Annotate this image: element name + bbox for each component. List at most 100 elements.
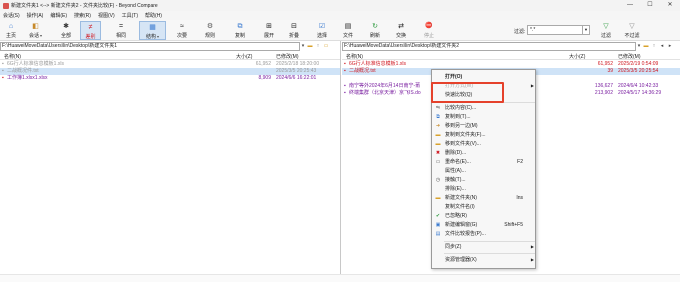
compare-icon: ⇋ xyxy=(435,105,441,111)
toolbar-unfilter-button[interactable]: ▽ 不过滤 xyxy=(622,21,642,40)
file-modified: 2025/2/18 18:20:00 xyxy=(276,61,320,67)
diff-icon: ≠ xyxy=(88,24,93,31)
stop-icon: ⛔ xyxy=(425,23,433,29)
file-size: 39 xyxy=(607,68,613,74)
menu-item-copy-filename[interactable]: 复制文件名(I) xyxy=(432,203,537,211)
toolbar-home-button[interactable]: ⌂ 主页 xyxy=(3,21,19,40)
toolbar-collapse-button[interactable]: ⊟ 折叠 xyxy=(286,21,302,40)
menu-item-copy-to-folder[interactable]: ▬ 复制到文件夹(F)... xyxy=(432,131,537,139)
toolbar-copy-button[interactable]: ⧉ 复制 xyxy=(232,21,248,40)
minimize-button[interactable]: — xyxy=(620,0,640,11)
file-size: 61,952 xyxy=(597,61,613,67)
menu-item-move-other[interactable]: ➜ 移到另一边(M) xyxy=(432,122,537,130)
menu-item-delete[interactable]: ✖ 删除(D)... xyxy=(432,149,537,157)
toolbar-expand-button[interactable]: ⊞ 展开 xyxy=(261,21,277,40)
file-size: 8,909 xyxy=(258,75,271,81)
toolbar-filter-button[interactable]: ▽ 过滤 xyxy=(598,21,614,40)
file-size: 61,952 xyxy=(255,61,271,67)
toolbar-select-button[interactable]: ☑ 选择 xyxy=(314,21,330,40)
new-window-icon: ▣ xyxy=(435,222,441,228)
left-path-row: F:\HuaweiMoveData\Users\lin\Desktop\新建文件… xyxy=(0,41,340,51)
app-icon xyxy=(3,2,9,9)
file-name: 二战概况.txt xyxy=(349,68,376,74)
file-icon: ▪ xyxy=(2,61,4,67)
left-modified-header[interactable]: 已修改(M) xyxy=(276,53,299,60)
refresh-icon: ↻ xyxy=(372,23,378,30)
toolbar-swap-button[interactable]: ⇄ 交换 xyxy=(393,21,409,40)
menu-item-new-editor-window[interactable]: ▣ 新建编辑窗(G) Shift+F5 xyxy=(432,221,537,229)
toolbar-minor-button[interactable]: ≈ 次要 xyxy=(174,21,190,40)
right-nav-back-icon[interactable]: ◂ xyxy=(658,42,666,51)
menu-help[interactable]: 帮助(H) xyxy=(145,12,162,19)
left-size-header[interactable]: 大小(Z) xyxy=(236,53,252,60)
menu-edit[interactable]: 编辑(E) xyxy=(50,12,67,19)
toolbar-stop-button[interactable]: ⛔ 停止 xyxy=(421,21,437,40)
right-path-input[interactable]: F:\HuaweiMoveData\Users\lin\Desktop\新建文件… xyxy=(342,41,636,51)
move-other-icon: ➜ xyxy=(435,123,441,129)
close-button[interactable]: ✕ xyxy=(660,0,680,11)
pane-divider[interactable] xyxy=(340,41,341,282)
filter-input[interactable]: *.* xyxy=(527,25,583,35)
menu-session[interactable]: 会话(S) xyxy=(3,12,20,19)
toolbar-all-button[interactable]: ✱ 全部 xyxy=(58,21,74,40)
left-browse-folder-icon[interactable]: ▬ xyxy=(306,42,314,51)
menu-bar: 会话(S) 操作(A) 编辑(E) 搜索(R) 视图(V) 工具(T) 帮助(H… xyxy=(0,11,680,20)
menu-item-sync[interactable]: 同步(Z) ▶ xyxy=(432,243,537,251)
shortcut-label: F2 xyxy=(517,159,523,165)
left-up-folder-icon[interactable]: ↑ xyxy=(314,42,322,51)
menu-item-compare-report[interactable]: ▤ 文件比较报告(P)... xyxy=(432,230,537,238)
menu-item-copy-to[interactable]: ⧉ 复制到(T)... xyxy=(432,113,537,121)
right-size-header[interactable]: 大小(Z) xyxy=(569,53,585,60)
table-row[interactable]: ▪ 6G行人标准信息模板1.xls 61,952 2025/2/18 18:20… xyxy=(0,61,340,68)
table-row[interactable]: ▪ 6G行人标准信息模板1.xls 61,952 2025/2/19 0:54:… xyxy=(342,61,680,68)
menu-item-properties[interactable]: 属性(A)... xyxy=(432,167,537,175)
menu-search[interactable]: 搜索(R) xyxy=(74,12,91,19)
menu-item-move-to-folder[interactable]: ▬ 移到文件夹(V)... xyxy=(432,140,537,148)
right-nav-forward-icon[interactable]: ▸ xyxy=(666,42,674,51)
new-folder-icon: ▬ xyxy=(435,195,441,201)
expand-icon: ⊞ xyxy=(266,23,272,30)
toolbar-refresh-button[interactable]: ↻ 刷新 xyxy=(367,21,383,40)
report-icon: ▤ xyxy=(435,231,441,237)
toolbar-session-button[interactable]: ◧ 会话▾ xyxy=(26,21,45,40)
menu-item-rename[interactable]: ▭ 重命名(E)... F2 xyxy=(432,158,537,166)
shortcut-label: Ins xyxy=(516,195,523,201)
toolbar-structure-button[interactable]: ▦ 结构▾ xyxy=(139,21,166,40)
menu-item-compare-contents[interactable]: ⇋ 比较内容(C)... xyxy=(432,104,537,112)
menu-tools[interactable]: 工具(T) xyxy=(122,12,138,19)
menu-item-open[interactable]: 打开(O) xyxy=(432,73,537,81)
left-open-folder-icon[interactable]: ▭ xyxy=(322,42,330,51)
collapse-icon: ⊟ xyxy=(291,23,297,30)
unfilter-icon: ▽ xyxy=(629,23,635,30)
right-up-folder-icon[interactable]: ↑ xyxy=(650,42,658,51)
table-row[interactable]: ▪ 二战概况件.txt 2025/3/5 20:25:43 xyxy=(0,68,340,75)
toolbar-rules-button[interactable]: ⚙ 规则 xyxy=(202,21,218,40)
file-name: 工作簿1.xlsx1.xlsx xyxy=(7,75,48,81)
toolbar-diff-button[interactable]: ≠ 差别 xyxy=(80,21,101,40)
right-browse-folder-icon[interactable]: ▬ xyxy=(642,42,650,51)
highlight-annotation xyxy=(431,82,504,103)
file-icon: ▪ xyxy=(344,83,346,89)
right-name-header[interactable]: 名称(N) xyxy=(346,53,363,60)
table-row[interactable]: ▪ 工作簿1.xlsx1.xlsx 8,909 2024/6/6 16:22:0… xyxy=(0,75,340,82)
left-path-input[interactable]: F:\HuaweiMoveData\Users\lin\Desktop\新建文件… xyxy=(0,41,300,51)
rename-icon: ▭ xyxy=(435,159,441,165)
left-name-header[interactable]: 名称(N) xyxy=(4,53,21,60)
menu-view[interactable]: 视图(V) xyxy=(98,12,115,19)
same-icon: = xyxy=(118,23,124,30)
right-modified-header[interactable]: 已修改(M) xyxy=(618,53,641,60)
file-size: 136,627 xyxy=(594,83,613,89)
horizontal-scrollbar[interactable] xyxy=(0,274,680,282)
menu-item-ignored[interactable]: ✔ 已忽略(R) xyxy=(432,212,537,220)
menu-actions[interactable]: 操作(A) xyxy=(27,12,44,19)
menu-item-exclude[interactable]: 排除(E)... xyxy=(432,185,537,193)
maximize-button[interactable]: ☐ xyxy=(640,0,660,11)
filter-dropdown-button[interactable]: ▼ xyxy=(583,25,590,35)
toolbar-same-button[interactable]: = 相同 xyxy=(113,21,129,40)
submenu-arrow-icon: ▶ xyxy=(530,257,534,262)
toolbar-files-button[interactable]: ▤ 文件 xyxy=(340,21,356,40)
move-folder-icon: ▬ xyxy=(435,141,441,147)
menu-item-touch[interactable]: ◷ 接触(T)... xyxy=(432,176,537,184)
menu-item-explorer[interactable]: 资源管理器(X) ▶ xyxy=(432,256,537,264)
menu-item-new-folder[interactable]: ▬ 新建文件夹(N) Ins xyxy=(432,194,537,202)
